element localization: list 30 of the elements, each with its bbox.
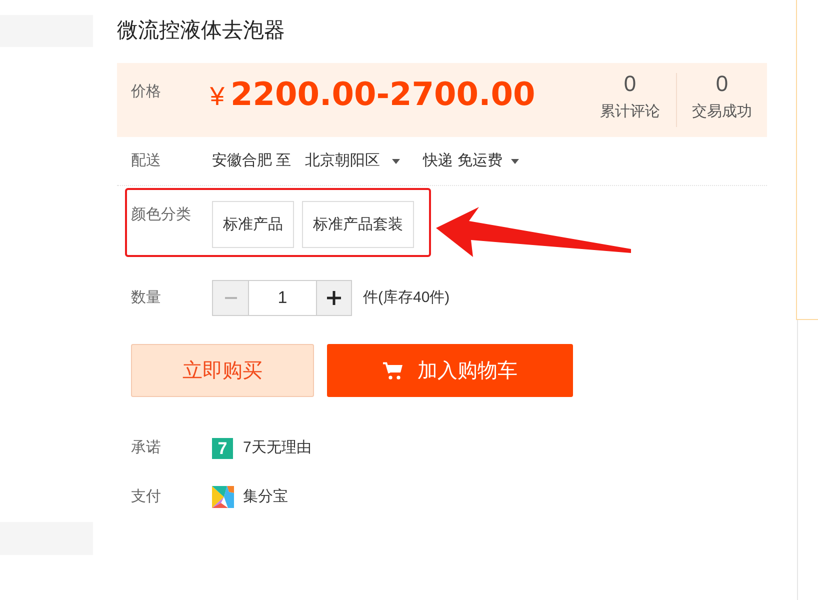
plus-icon: [327, 291, 341, 305]
currency-symbol: ¥: [210, 80, 224, 113]
variant-option[interactable]: 标准产品: [212, 201, 294, 248]
stock-text: 件(库存40件): [363, 288, 450, 308]
stat-label: 累计评论: [600, 102, 660, 122]
stat-count: 0: [624, 73, 636, 95]
product-title: 微流控液体去泡器: [117, 18, 285, 44]
variant-option[interactable]: 标准产品套装: [302, 201, 414, 248]
promise-text: 7天无理由: [243, 438, 312, 458]
origin-text: 安徽合肥 至: [212, 151, 292, 171]
destination-dropdown[interactable]: 北京朝阳区: [305, 151, 400, 171]
minus-icon: [224, 297, 236, 299]
field-label: 支付: [131, 487, 162, 507]
payment-logo-icon: [212, 486, 234, 508]
quantity-field[interactable]: 1: [249, 280, 316, 316]
price-range: 2200.00-2700.00: [230, 75, 536, 113]
field-label: 数量: [131, 288, 162, 308]
field-label: 配送: [131, 151, 162, 171]
cart-icon: [382, 362, 402, 380]
stat-count: 0: [716, 73, 728, 95]
field-label: 价格: [131, 82, 162, 102]
caret-icon: [392, 158, 400, 164]
payment-method-text: 集分宝: [243, 487, 288, 507]
shipping-dropdown[interactable]: 快递 免运费: [423, 151, 520, 171]
day-badge: 7: [212, 438, 233, 458]
stat-label: 交易成功: [692, 102, 752, 122]
increase-button[interactable]: [316, 280, 352, 316]
field-label: 承诺: [131, 438, 162, 458]
caret-icon: [511, 158, 520, 164]
field-label: 颜色分类: [131, 205, 192, 225]
